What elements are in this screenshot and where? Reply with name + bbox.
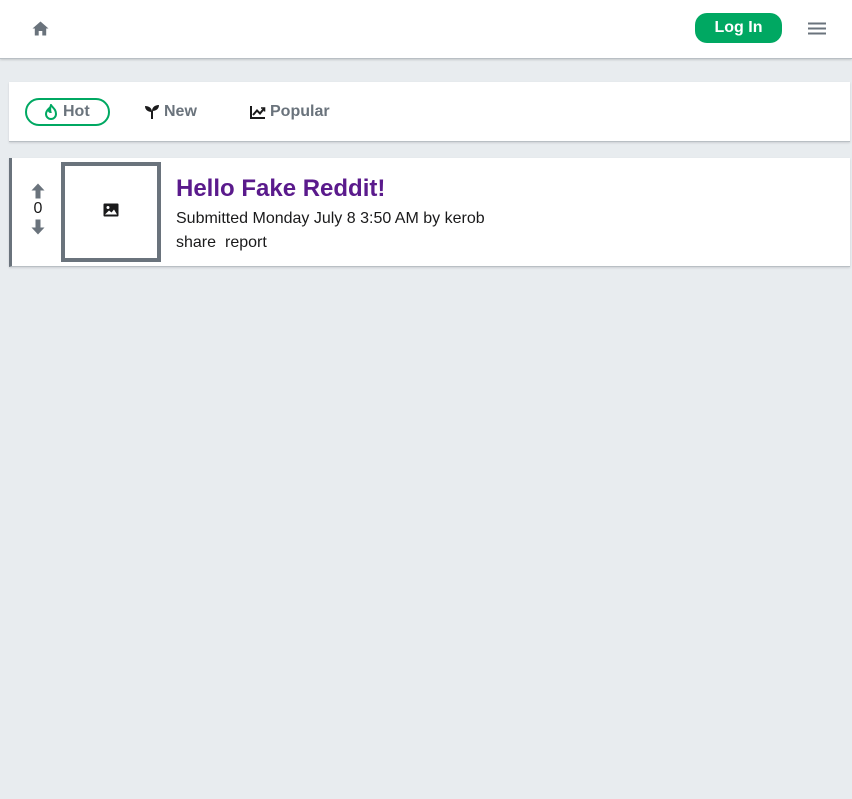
vote-control: 0 <box>26 182 50 236</box>
share-link[interactable]: share <box>176 234 216 252</box>
sort-bar: Hot New Popular <box>9 82 850 142</box>
post-submitted-info: Submitted Monday July 8 3:50 AM by kerob <box>176 210 485 227</box>
tab-popular-label: Popular <box>270 103 330 120</box>
post-title-link[interactable]: Hello Fake Reddit! <box>176 175 385 203</box>
post-actions: share report <box>176 234 267 252</box>
post-card: 0 Hello Fake Reddit! Submitted Monday Ju… <box>9 158 850 267</box>
post-thumbnail[interactable] <box>61 162 161 262</box>
trending-chart-icon <box>250 104 266 120</box>
tab-popular[interactable]: Popular <box>250 98 330 126</box>
flame-icon <box>43 104 59 120</box>
login-button[interactable]: Log In <box>695 13 782 43</box>
tab-new[interactable]: New <box>144 98 197 126</box>
vote-score: 0 <box>33 200 43 217</box>
tab-hot[interactable]: Hot <box>25 98 110 126</box>
tab-new-label: New <box>164 103 197 120</box>
report-link[interactable]: report <box>225 234 267 252</box>
hamburger-menu-icon[interactable] <box>807 20 827 36</box>
downvote-arrow-icon[interactable] <box>29 218 47 236</box>
tab-hot-label: Hot <box>63 103 90 120</box>
upvote-arrow-icon[interactable] <box>29 182 47 200</box>
home-icon[interactable] <box>30 18 50 38</box>
image-icon <box>103 203 119 222</box>
sprout-icon <box>144 104 160 120</box>
top-navigation-bar: Log In <box>0 0 852 59</box>
